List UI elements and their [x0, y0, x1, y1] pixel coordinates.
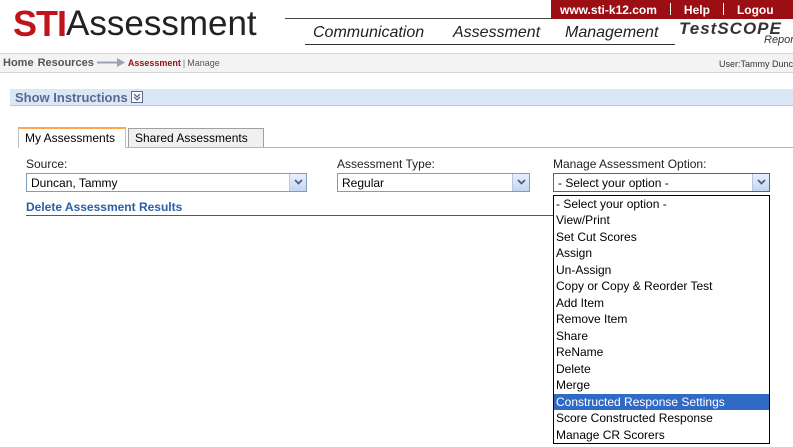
option-rename[interactable]: ReName [554, 344, 769, 360]
nav-assessment[interactable]: Assessment [453, 24, 540, 42]
chevron-down-icon[interactable] [512, 174, 529, 191]
option-constructed-response-settings[interactable]: Constructed Response Settings [554, 394, 769, 410]
manage-option-label: Manage Assessment Option: [553, 157, 707, 171]
logout-link[interactable]: Logou [737, 3, 774, 17]
tab-my-assessments[interactable]: My Assessments [18, 127, 126, 149]
source-value: Duncan, Tammy [31, 176, 118, 190]
instructions-bar[interactable]: Show Instructions [10, 89, 793, 106]
chevron-down-icon[interactable] [289, 174, 306, 191]
source-label: Source: [26, 157, 68, 171]
breadcrumb-current[interactable]: Assessment [128, 58, 181, 68]
assessment-type-select[interactable]: Regular [337, 173, 530, 192]
nav-underline [305, 44, 675, 45]
breadcrumb-separator: | [182, 58, 186, 68]
section-divider [26, 215, 554, 216]
option-delete[interactable]: Delete [554, 361, 769, 377]
option-assign[interactable]: Assign [554, 245, 769, 261]
breadcrumb-arrow-icon [96, 58, 125, 67]
top-links: www.sti-k12.com Help Logou [560, 3, 774, 17]
nav-management[interactable]: Management [565, 24, 658, 42]
help-link[interactable]: Help [684, 3, 710, 17]
option-remove-item[interactable]: Remove Item [554, 311, 769, 327]
link-separator [669, 3, 671, 15]
breadcrumb-home[interactable]: Home [3, 57, 34, 69]
logo-brand: STI [13, 3, 67, 44]
user-info: User:Tammy Dunc [718, 59, 793, 69]
breadcrumb: Home Resources Assessment | Manage [3, 57, 220, 69]
website-link[interactable]: www.sti-k12.com [560, 3, 657, 17]
assessment-type-value: Regular [342, 176, 385, 190]
option-manage-cr-scorers[interactable]: Manage CR Scorers [554, 427, 769, 443]
assessment-type-label: Assessment Type: [337, 157, 435, 171]
breadcrumb-bar: Home Resources Assessment | Manage User:Tamm… [0, 53, 793, 73]
manage-option-value: - Select your option - [558, 176, 669, 190]
option-score-constructed-response[interactable]: Score Constructed Response [554, 410, 769, 426]
testscope-reports-label: Report [764, 34, 793, 46]
option-copy-reorder-test[interactable]: Copy or Copy & Reorder Test [554, 278, 769, 294]
option-share[interactable]: Share [554, 328, 769, 344]
tab-shared-assessments[interactable]: Shared Assessments [128, 128, 264, 147]
show-instructions-label: Show Instructions [15, 90, 128, 105]
option-merge[interactable]: Merge [554, 377, 769, 393]
manage-option-select[interactable]: - Select your option - [553, 173, 770, 192]
header-divider [285, 18, 555, 19]
option-select-your-option[interactable]: - Select your option - [554, 196, 769, 212]
logo-product: Assessment [66, 4, 257, 43]
sti-assessment-logo[interactable]: STIAssessment [13, 4, 257, 44]
option-add-item[interactable]: Add Item [554, 295, 769, 311]
nav-communication[interactable]: Communication [313, 24, 424, 42]
breadcrumb-resources[interactable]: Resources [38, 57, 94, 69]
expand-icon[interactable] [130, 91, 143, 103]
option-un-assign[interactable]: Un-Assign [554, 262, 769, 278]
source-select[interactable]: Duncan, Tammy [26, 173, 307, 192]
tabs-baseline [18, 147, 793, 148]
chevron-down-icon[interactable] [752, 174, 769, 191]
link-separator [722, 3, 724, 15]
app-header: STIAssessment www.sti-k12.com Help Logou C… [0, 0, 793, 47]
option-set-cut-scores[interactable]: Set Cut Scores [554, 229, 769, 245]
option-view-print[interactable]: View/Print [554, 212, 769, 228]
delete-assessment-results-link[interactable]: Delete Assessment Results [26, 200, 182, 214]
breadcrumb-page: Manage [187, 58, 220, 68]
manage-option-dropdown-list[interactable]: - Select your option - View/Print Set Cu… [553, 195, 770, 444]
show-instructions[interactable]: Show Instructions [15, 90, 143, 105]
